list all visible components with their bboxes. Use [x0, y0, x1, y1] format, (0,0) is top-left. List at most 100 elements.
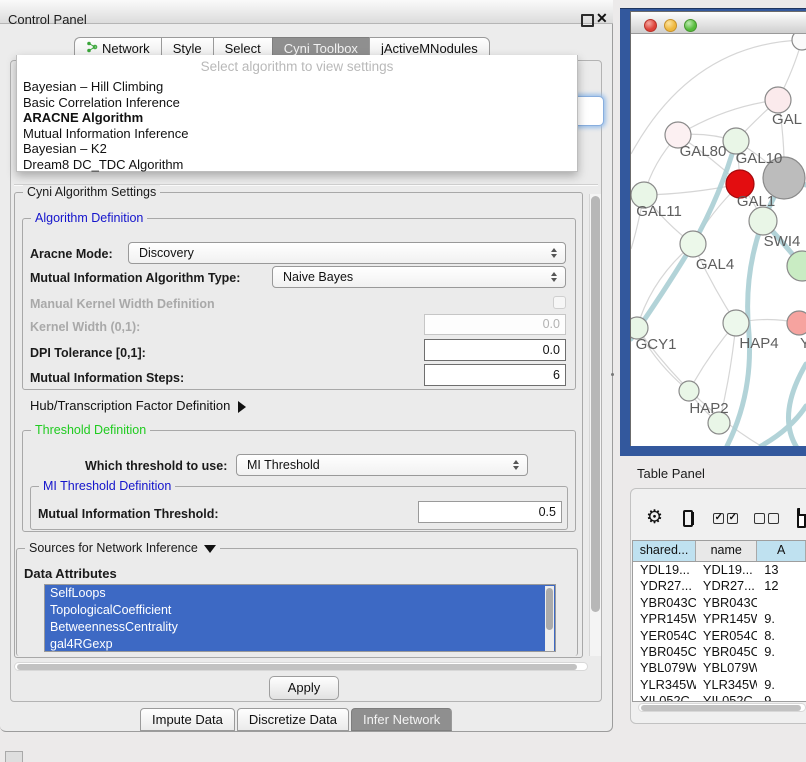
table-row[interactable]: YDR27...YDR27...12	[633, 578, 806, 594]
collapsed-panel-icon[interactable]	[5, 751, 23, 762]
table-cell: 9	[757, 693, 806, 702]
table-cell: YIL052C	[696, 693, 757, 702]
table-cell: YBR045C	[633, 644, 696, 660]
node-label-gal: GAL	[772, 111, 802, 128]
algorithm-option-bayesian-hill-climbing[interactable]: Bayesian – Hill Climbing	[17, 79, 577, 95]
algorithm-dropdown-placeholder: Select algorithm to view settings	[17, 55, 577, 79]
document-icon[interactable]	[797, 508, 806, 528]
node-label-y: Y	[800, 335, 806, 352]
settings-vertical-scrollbar[interactable]	[589, 194, 601, 656]
splitpane-handle[interactable]	[611, 373, 614, 376]
mi-threshold-group-title: MI Threshold Definition	[39, 479, 175, 493]
node-label-hap2: HAP2	[689, 400, 728, 417]
node-label-gal4: GAL4	[696, 256, 734, 273]
network-node-gal4[interactable]	[680, 231, 706, 257]
table-row[interactable]: YIL052CYIL052C9	[633, 693, 806, 702]
algorithm-definition-title: Algorithm Definition	[31, 211, 147, 225]
threshold-definition-title: Threshold Definition	[31, 423, 150, 437]
table-cell	[757, 595, 806, 611]
window-close-button[interactable]	[644, 19, 657, 32]
node-label-gal10: GAL10	[736, 150, 783, 167]
table-cell: YDR27...	[633, 578, 696, 594]
table-cell: YBL079W	[696, 660, 757, 676]
settings-gear-icon[interactable]: ⚙	[646, 504, 663, 532]
table-cell: YBR043C	[633, 595, 696, 611]
control-panel-titlebar[interactable]	[0, 0, 613, 24]
window-zoom-button[interactable]	[684, 19, 697, 32]
algorithm-option-aracne-algorithm[interactable]: ARACNE Algorithm	[17, 110, 577, 126]
table-cell: YBL079W	[633, 660, 696, 676]
algorithm-option-mutual-information-inference[interactable]: Mutual Information Inference	[17, 126, 577, 142]
algorithm-option-dream8-dc-tdc-algorithm[interactable]: Dream8 DC_TDC Algorithm	[17, 157, 577, 173]
table-row[interactable]: YLR345WYLR345W9.	[633, 677, 806, 693]
node-label-gal1: GAL1	[737, 193, 775, 210]
algorithm-option-bayesian-k2[interactable]: Bayesian – K2	[17, 141, 577, 157]
table-cell: 8.	[757, 628, 806, 644]
close-icon[interactable]: ✕	[596, 10, 608, 27]
unchecked-checkboxes-icon[interactable]	[754, 513, 779, 524]
table-row[interactable]: YPR145WYPR145W9.	[633, 611, 806, 627]
table-row[interactable]: YBR043CYBR043C	[633, 595, 806, 611]
sources-group-title: Sources for Network Inference	[25, 541, 220, 555]
node-label-gal11: GAL11	[636, 203, 682, 220]
network-node-hap4[interactable]	[723, 310, 749, 336]
apply-button[interactable]: Apply	[269, 676, 339, 700]
tab-impute-data[interactable]: Impute Data	[140, 708, 235, 731]
cyni-bottom-tabbar: Impute DataDiscretize DataInfer Network	[140, 708, 454, 731]
sources-group: Sources for Network Inference	[16, 548, 578, 656]
settings-horizontal-scrollbar[interactable]	[14, 662, 588, 671]
table-cell: 12	[757, 578, 806, 594]
table-cell: YBR043C	[696, 595, 757, 611]
control-panel-title: Control Panel	[8, 12, 87, 27]
table-panel-title: Table Panel	[637, 466, 705, 481]
table-row[interactable]: YER054CYER054C8.	[633, 628, 806, 644]
table-cell: YER054C	[633, 628, 696, 644]
table-row[interactable]: YBL079WYBL079W	[633, 660, 806, 676]
table-cell: YLR345W	[633, 677, 696, 693]
node-attribute-table[interactable]: shared...nameA YDL19...YDL19...13YDR27..…	[632, 540, 806, 702]
table-cell: 9.	[757, 677, 806, 693]
node-label-hap4: HAP4	[739, 335, 778, 352]
algorithm-definition-group: Algorithm Definition	[22, 218, 576, 390]
table-cell: YIL052C	[633, 693, 696, 702]
table-cell	[757, 660, 806, 676]
algorithm-option-basic-correlation-inference[interactable]: Basic Correlation Inference	[17, 95, 577, 111]
float-window-icon[interactable]	[581, 14, 594, 27]
cyni-settings-group-title: Cyni Algorithm Settings	[23, 185, 160, 199]
mi-threshold-group: MI Threshold Definition	[30, 486, 568, 530]
table-cell: YPR145W	[633, 611, 696, 627]
algorithm-select-dropdown[interactable]: Select algorithm to view settings Bayesi…	[16, 55, 578, 172]
column-header-shared[interactable]: shared...	[633, 541, 696, 561]
table-cell: YLR345W	[696, 677, 757, 693]
column-header-a[interactable]: A	[757, 541, 806, 561]
table-row[interactable]: YDL19...YDL19...13	[633, 562, 806, 578]
table-horizontal-scrollbar[interactable]	[638, 703, 806, 712]
network-node-gal[interactable]	[765, 87, 791, 113]
network-view-panel: GALGAL80GAL10GAL1GAL11SWI4GAL4GCY1HAP4YH…	[620, 8, 806, 456]
table-cell: 9.	[757, 611, 806, 627]
network-canvas[interactable]: GALGAL80GAL10GAL1GAL11SWI4GAL4GCY1HAP4YH…	[631, 34, 806, 446]
column-header-name[interactable]: name	[696, 541, 757, 561]
network-window: GALGAL80GAL10GAL1GAL11SWI4GAL4GCY1HAP4YH…	[630, 11, 806, 446]
window-minimize-button[interactable]	[664, 19, 677, 32]
table-panel-toolbar: ⚙ ✓✓	[640, 503, 806, 533]
checked-checkboxes-icon[interactable]: ✓✓	[713, 513, 738, 524]
network-node-swi4[interactable]	[749, 207, 777, 235]
network-node-y[interactable]	[787, 311, 806, 335]
tab-infer-network[interactable]: Infer Network	[351, 708, 452, 731]
table-row[interactable]: YBR045CYBR045C9.	[633, 644, 806, 660]
tab-discretize-data[interactable]: Discretize Data	[237, 708, 349, 731]
table-cell: YDL19...	[696, 562, 757, 578]
network-window-titlebar[interactable]	[631, 12, 806, 34]
table-cell: YBR045C	[696, 644, 757, 660]
table-cell: YDR27...	[696, 578, 757, 594]
expander-down-arrow-icon	[204, 545, 216, 553]
table-cell: 9.	[757, 644, 806, 660]
network-node[interactable]	[787, 251, 806, 281]
column-layout-icon[interactable]	[683, 510, 693, 527]
table-cell: YDL19...	[633, 562, 696, 578]
node-label-gal80: GAL80	[680, 143, 727, 160]
app-root: Control Panel ✕ NetworkStyleSelectCyni T…	[0, 0, 806, 762]
network-node[interactable]	[792, 34, 806, 50]
network-node-hap2[interactable]	[679, 381, 699, 401]
